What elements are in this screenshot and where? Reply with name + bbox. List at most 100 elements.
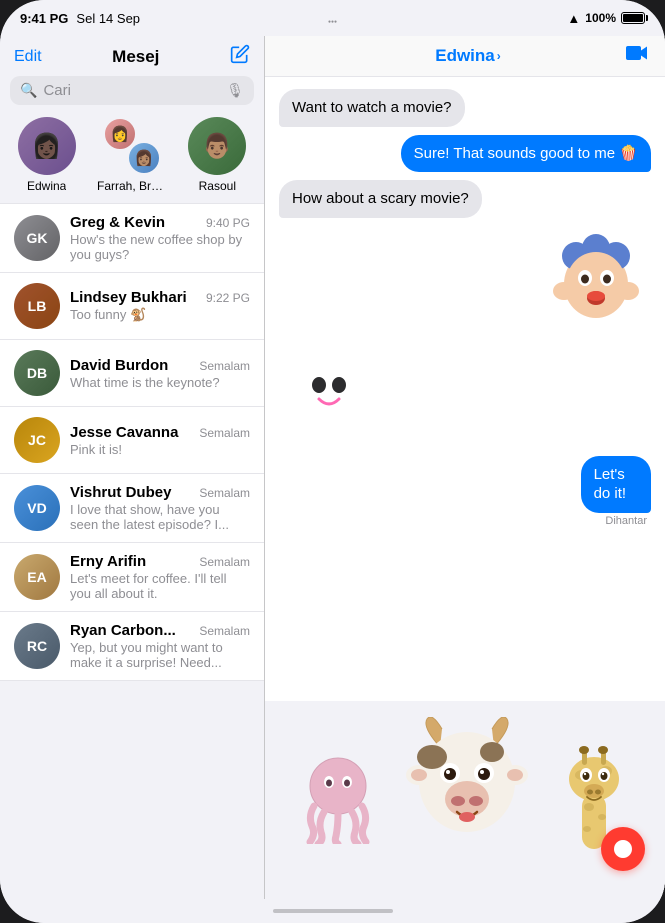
list-item[interactable]: EA Erny Arifin Semalam Let's meet for co… <box>0 543 264 612</box>
item-info-david: David Burdon Semalam What time is the ke… <box>70 357 250 390</box>
item-preview: Too funny 🐒 <box>70 307 250 323</box>
item-name: Erny Arifin <box>70 553 146 570</box>
memoji-sticker-sent <box>551 226 641 339</box>
mic-icon: 🎙 <box>226 82 244 99</box>
message-bubble-sent: Sure! That sounds good to me 🍿 <box>401 135 651 173</box>
item-top-ryan: Ryan Carbon... Semalam <box>70 622 250 639</box>
group-avatar-part2: 👩🏽 <box>127 141 161 175</box>
battery-fill <box>623 14 643 22</box>
item-top-jesse: Jesse Cavanna Semalam <box>70 424 250 441</box>
item-info-erny: Erny Arifin Semalam Let's meet for coffe… <box>70 553 250 601</box>
status-right: ▲ 100% <box>567 11 645 26</box>
item-top-vishrut: Vishrut Dubey Semalam <box>70 484 250 501</box>
status-center: ●●● <box>328 11 337 26</box>
item-time: 9:40 PG <box>206 216 250 230</box>
avatar-wrapper-edwina: 👩🏿 <box>18 117 76 175</box>
avatar-edwina: 👩🏿 <box>18 117 76 175</box>
home-bar <box>273 909 393 913</box>
message-bubble-row <box>279 347 651 448</box>
item-preview: Yep, but you might want to make it a sur… <box>70 640 250 670</box>
edit-button[interactable]: Edit <box>14 48 42 66</box>
contact-name-farrah: Farrah, Brya... <box>97 179 167 193</box>
item-info-lindsey: Lindsey Bukhari 9:22 PG Too funny 🐒 <box>70 289 250 323</box>
animoji-octopus[interactable] <box>296 744 381 858</box>
item-top-david: David Burdon Semalam <box>70 357 250 374</box>
message-text: Let's do it! <box>594 466 627 503</box>
sent-label: Dihantar <box>605 515 651 527</box>
message-bubble-row: Sure! That sounds good to me 🍿 <box>279 135 651 173</box>
message-bubble-received: Want to watch a movie? <box>279 89 465 127</box>
list-item[interactable]: LB Lindsey Bukhari 9:22 PG Too funny 🐒 <box>0 273 264 340</box>
animoji-picker <box>265 701 665 899</box>
avatar-vishrut: VD <box>14 485 60 531</box>
message-bubble-sent: Let's do it! <box>581 456 651 513</box>
message-bubble-row: Let's do it! <box>557 456 651 513</box>
wifi-icon: ▲ <box>567 11 580 26</box>
contact-name-rasoul: Rasoul <box>199 179 236 193</box>
message-bubble-row: How about a scary movie? <box>279 180 651 218</box>
chat-panel: Edwina › Want to watch a movie? <box>265 36 665 899</box>
search-placeholder: Cari <box>43 82 220 99</box>
messages-panel: Edit Mesej 🔍 Cari 🎙 <box>0 36 265 899</box>
avatar-erny: EA <box>14 554 60 600</box>
avatar-wrapper-rasoul: 👨🏽 <box>188 117 246 175</box>
item-time: Semalam <box>199 359 250 373</box>
item-top-lindsey: Lindsey Bukhari 9:22 PG <box>70 289 250 306</box>
list-item[interactable]: DB David Burdon Semalam What time is the… <box>0 340 264 407</box>
chat-messages: Want to watch a movie? Sure! That sounds… <box>265 77 665 783</box>
message-group-sent: Let's do it! Dihantar <box>279 456 651 527</box>
message-bubble-received: How about a scary movie? <box>279 180 482 218</box>
chevron-icon: › <box>497 49 501 63</box>
item-preview: How's the new coffee shop by you guys? <box>70 232 250 262</box>
item-name: Vishrut Dubey <box>70 484 171 501</box>
chat-header: Edwina › <box>265 36 665 77</box>
status-left: 9:41 PG Sel 14 Sep <box>20 11 140 26</box>
message-bubble-row: Want to watch a movie? <box>279 89 651 127</box>
item-time: Semalam <box>199 486 250 500</box>
message-list: GK Greg & Kevin 9:40 PG How's the new co… <box>0 203 264 899</box>
item-info-greg: Greg & Kevin 9:40 PG How's the new coffe… <box>70 214 250 262</box>
item-info-ryan: Ryan Carbon... Semalam Yep, but you migh… <box>70 622 250 670</box>
chat-title[interactable]: Edwina › <box>435 46 501 66</box>
status-time: 9:41 PG <box>20 11 68 26</box>
item-name: Greg & Kevin <box>70 214 165 231</box>
video-call-button[interactable] <box>625 44 649 68</box>
item-time: 9:22 PG <box>206 291 250 305</box>
pinned-contacts-row: 👩🏿 Edwina 👩 👩🏽 Farrah, Brya... <box>0 113 264 203</box>
status-bar: 9:41 PG Sel 14 Sep ●●● ▲ 100% <box>0 0 665 36</box>
contact-name: Edwina <box>435 46 495 66</box>
record-button[interactable] <box>601 827 645 871</box>
item-top-greg: Greg & Kevin 9:40 PG <box>70 214 250 231</box>
search-bar[interactable]: 🔍 Cari 🎙 <box>10 76 254 105</box>
pinned-contact-edwina[interactable]: 👩🏿 Edwina <box>18 117 76 193</box>
item-name: David Burdon <box>70 357 168 374</box>
item-time: Semalam <box>199 555 250 569</box>
message-text: How about a scary movie? <box>292 190 469 207</box>
contact-name-edwina: Edwina <box>27 179 66 193</box>
status-date: Sel 14 Sep <box>76 11 140 26</box>
list-item[interactable]: RC Ryan Carbon... Semalam Yep, but you m… <box>0 612 264 681</box>
item-preview: I love that show, have you seen the late… <box>70 502 250 532</box>
avatar-rasoul: 👨🏽 <box>188 117 246 175</box>
list-item[interactable]: JC Jesse Cavanna Semalam Pink it is! <box>0 407 264 474</box>
message-text: Sure! That sounds good to me 🍿 <box>414 145 638 162</box>
avatar-jesse: JC <box>14 417 60 463</box>
list-item[interactable]: VD Vishrut Dubey Semalam I love that sho… <box>0 474 264 543</box>
message-bubble-row <box>279 226 651 339</box>
search-icon: 🔍 <box>20 82 37 99</box>
compose-button[interactable] <box>230 44 250 70</box>
item-name: Ryan Carbon... <box>70 622 176 639</box>
battery-icon <box>621 12 645 24</box>
item-info-jesse: Jesse Cavanna Semalam Pink it is! <box>70 424 250 457</box>
item-top-erny: Erny Arifin Semalam <box>70 553 250 570</box>
item-preview: Let's meet for coffee. I'll tell you all… <box>70 571 250 601</box>
item-time: Semalam <box>199 624 250 638</box>
messages-header: Edit Mesej <box>0 36 264 76</box>
item-name: Jesse Cavanna <box>70 424 178 441</box>
pinned-contact-rasoul[interactable]: 👨🏽 Rasoul <box>188 117 246 193</box>
animoji-cow[interactable] <box>402 717 532 866</box>
home-indicator <box>0 899 665 923</box>
item-preview: Pink it is! <box>70 442 250 457</box>
list-item[interactable]: GK Greg & Kevin 9:40 PG How's the new co… <box>0 203 264 273</box>
pinned-contact-farrah[interactable]: 👩 👩🏽 Farrah, Brya... <box>97 117 167 193</box>
